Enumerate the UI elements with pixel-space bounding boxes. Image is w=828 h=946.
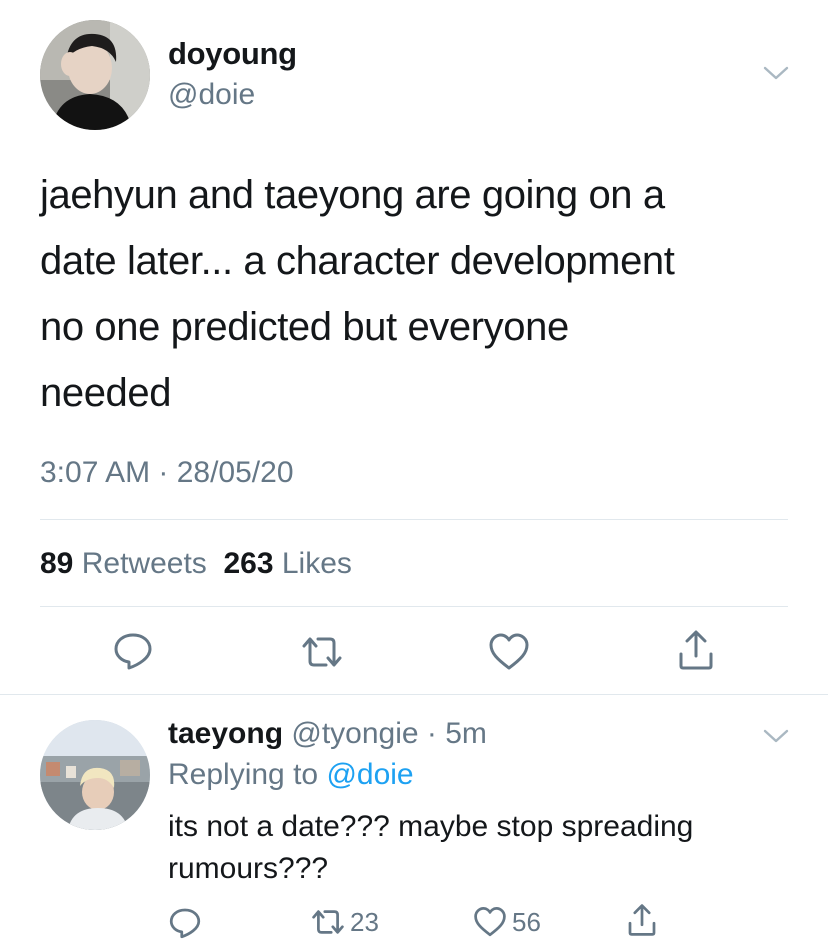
- reply-header: taeyong @tyongie · 5m: [168, 717, 487, 751]
- reply-icon: [169, 908, 201, 939]
- retweet-icon: [312, 910, 344, 934]
- divider: [40, 606, 788, 607]
- retweet-icon: [302, 637, 342, 667]
- mention-link[interactable]: @doie: [326, 758, 413, 791]
- avatar[interactable]: [40, 20, 150, 130]
- likes-count: 263: [223, 547, 274, 580]
- heart-icon: [474, 907, 506, 937]
- like-count: 56: [512, 906, 541, 937]
- reply-icon: [114, 633, 152, 670]
- display-name[interactable]: taeyong: [168, 717, 283, 750]
- replying-prefix: Replying to: [168, 758, 319, 791]
- retweet-count: 23: [350, 906, 379, 937]
- divider: [40, 519, 788, 520]
- display-name[interactable]: doyoung: [168, 36, 297, 72]
- reply-button[interactable]: [168, 906, 202, 940]
- retweets-label: Retweets: [81, 547, 207, 580]
- retweet-button[interactable]: 23: [310, 906, 379, 938]
- heart-icon: [489, 633, 529, 670]
- like-button[interactable]: 56: [472, 906, 541, 938]
- timestamp[interactable]: 3:07 AM · 28/05/20: [40, 456, 294, 490]
- chevron-down-icon[interactable]: [762, 62, 790, 84]
- tweet-detail-page: doyoung @doie jaehyun and taeyong are go…: [0, 0, 828, 946]
- avatar[interactable]: [40, 720, 150, 830]
- retweets-count: 89: [40, 547, 74, 580]
- chevron-down-icon[interactable]: [762, 725, 790, 747]
- likes-stat[interactable]: 263 Likes: [223, 547, 351, 580]
- share-icon: [628, 904, 656, 936]
- like-button[interactable]: [487, 632, 531, 672]
- likes-label: Likes: [281, 547, 352, 580]
- share-icon: [679, 630, 713, 670]
- handle-and-time[interactable]: @tyongie · 5m: [291, 717, 487, 750]
- handle[interactable]: @doie: [168, 78, 255, 112]
- share-button[interactable]: [676, 628, 716, 672]
- reply-button[interactable]: [112, 630, 154, 672]
- engagement-stats: 89 Retweets 263 Likes: [40, 547, 352, 581]
- retweets-stat[interactable]: 89 Retweets: [40, 547, 207, 580]
- retweet-button[interactable]: [300, 632, 344, 672]
- share-button[interactable]: [626, 902, 658, 938]
- section-divider: [0, 694, 828, 695]
- reply-text: its not a date??? maybe stop spreading r…: [168, 810, 694, 885]
- tweet-text: jaehyun and taeyong are going on a date …: [40, 173, 675, 415]
- replying-to: Replying to @doie: [168, 758, 414, 792]
